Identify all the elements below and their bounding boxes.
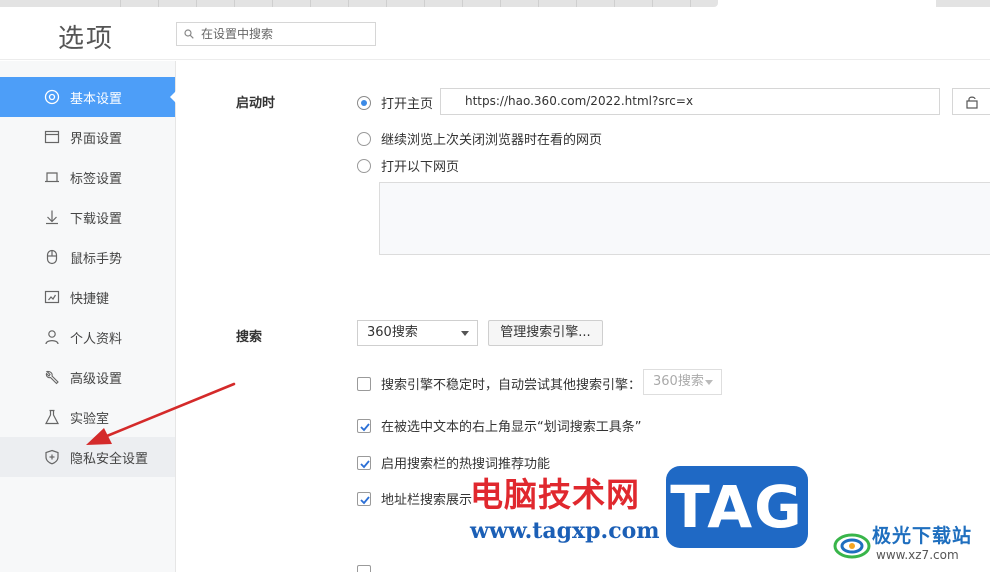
- search-engine-select[interactable]: 360搜索: [357, 320, 478, 346]
- tab-bar-end: [936, 0, 990, 7]
- watermark-site-title: 电脑技术网: [470, 475, 640, 514]
- startup-section-label: 启动时: [236, 96, 276, 111]
- tab-bar[interactable]: [0, 0, 718, 7]
- sidebar-item-label: 下载设置: [70, 211, 123, 227]
- sidebar-item-tab-settings[interactable]: 标签设置: [0, 157, 175, 197]
- startup-option-label: 打开主页: [381, 97, 434, 112]
- download-icon: [44, 209, 60, 225]
- search-address-bar-option[interactable]: 地址栏搜索展示: [357, 489, 472, 508]
- annotation-arrow: [86, 382, 236, 445]
- search-option-label: 搜索引擎不稳定时，自动尝试其他搜索引擎：: [381, 378, 642, 393]
- person-icon: [44, 329, 60, 345]
- sidebar-item-label: 快捷键: [70, 291, 110, 307]
- options-header: 选项: [0, 8, 990, 60]
- partial-option-row[interactable]: [357, 565, 381, 572]
- chevron-down-icon: [461, 331, 469, 336]
- sidebar-item-label: 隐私安全设置: [70, 451, 149, 467]
- sidebar-item-profile[interactable]: 个人资料: [0, 317, 175, 357]
- search-selection-toolbar-option[interactable]: 在被选中文本的右上角显示“划词搜索工具条”: [357, 416, 641, 435]
- settings-circle-icon: [44, 89, 60, 105]
- settings-sidebar: 基本设置 界面设置 标签设置 下载设置 鼠标手势 快捷键 个人资料 高级设置 实…: [0, 61, 176, 572]
- settings-search-input[interactable]: [201, 25, 371, 43]
- page-title: 选项: [58, 24, 115, 54]
- search-icon: [184, 29, 194, 39]
- sidebar-item-label: 鼠标手势: [70, 251, 123, 267]
- flask-icon: [44, 409, 60, 425]
- sidebar-item-basic-settings[interactable]: 基本设置: [0, 77, 176, 117]
- chevron-down-icon: [705, 380, 713, 385]
- window-icon: [44, 129, 60, 145]
- startup-option-open-pages[interactable]: 打开以下网页: [357, 156, 459, 175]
- fallback-engine-value: 360搜索: [653, 374, 704, 389]
- shortcut-icon: [44, 289, 60, 305]
- startup-option-continue[interactable]: 继续浏览上次关闭浏览器时在看的网页: [357, 129, 602, 148]
- lock-icon: [966, 96, 978, 109]
- watermark-tag-badge: TAG: [666, 466, 808, 548]
- startup-option-label: 继续浏览上次关闭浏览器时在看的网页: [381, 133, 603, 148]
- checkbox-checked[interactable]: [357, 491, 371, 506]
- startup-option-label: 打开以下网页: [381, 160, 460, 175]
- sidebar-item-interface-settings[interactable]: 界面设置: [0, 117, 175, 157]
- mouse-icon: [44, 249, 60, 265]
- sidebar-item-label: 基本设置: [70, 91, 123, 107]
- homepage-url-field[interactable]: https://hao.360.com/2022.html?src=x: [440, 88, 940, 115]
- search-option-label: 地址栏搜索展示: [381, 493, 473, 508]
- search-fallback-option[interactable]: 搜索引擎不稳定时，自动尝试其他搜索引擎：: [357, 374, 641, 393]
- watermark-site-url: www.tagxp.com: [470, 518, 660, 544]
- manage-search-engines-button[interactable]: 管理搜索引擎...: [488, 320, 603, 346]
- sidebar-item-shortcuts[interactable]: 快捷键: [0, 277, 175, 317]
- homepage-lock-button[interactable]: [952, 88, 990, 115]
- startup-pages-list[interactable]: [379, 182, 990, 255]
- sidebar-item-mouse-gestures[interactable]: 鼠标手势: [0, 237, 175, 277]
- sidebar-item-label: 标签设置: [70, 171, 123, 187]
- radio-unselected[interactable]: [357, 131, 371, 146]
- search-section-label: 搜索: [236, 330, 263, 345]
- checkbox-unchecked[interactable]: [357, 376, 371, 391]
- checkbox-checked[interactable]: [357, 455, 371, 470]
- search-option-label: 在被选中文本的右上角显示“划词搜索工具条”: [381, 420, 642, 435]
- settings-search-box[interactable]: [176, 22, 376, 46]
- checkmark-icon: [360, 495, 370, 504]
- watermark-brand-url: www.xz7.com: [876, 548, 959, 562]
- sidebar-item-label: 个人资料: [70, 331, 123, 347]
- sidebar-item-label: 界面设置: [70, 131, 123, 147]
- tab-strip: [0, 0, 990, 8]
- startup-option-homepage[interactable]: 打开主页: [357, 93, 433, 112]
- radio-unselected[interactable]: [357, 158, 371, 173]
- fallback-engine-select[interactable]: 360搜索: [643, 369, 722, 395]
- sidebar-item-download-settings[interactable]: 下载设置: [0, 197, 175, 237]
- checkbox-checked[interactable]: [357, 418, 371, 433]
- tab-icon: [44, 169, 60, 185]
- checkbox-unchecked[interactable]: [357, 565, 371, 572]
- watermark-brand-name: 极光下载站: [872, 525, 973, 547]
- wrench-icon: [44, 369, 60, 385]
- search-engine-value: 360搜索: [367, 325, 418, 340]
- radio-selected[interactable]: [357, 95, 371, 110]
- checkmark-icon: [360, 459, 370, 468]
- checkmark-icon: [360, 422, 370, 431]
- aurora-logo-icon: [833, 533, 871, 559]
- shield-icon: [44, 449, 60, 465]
